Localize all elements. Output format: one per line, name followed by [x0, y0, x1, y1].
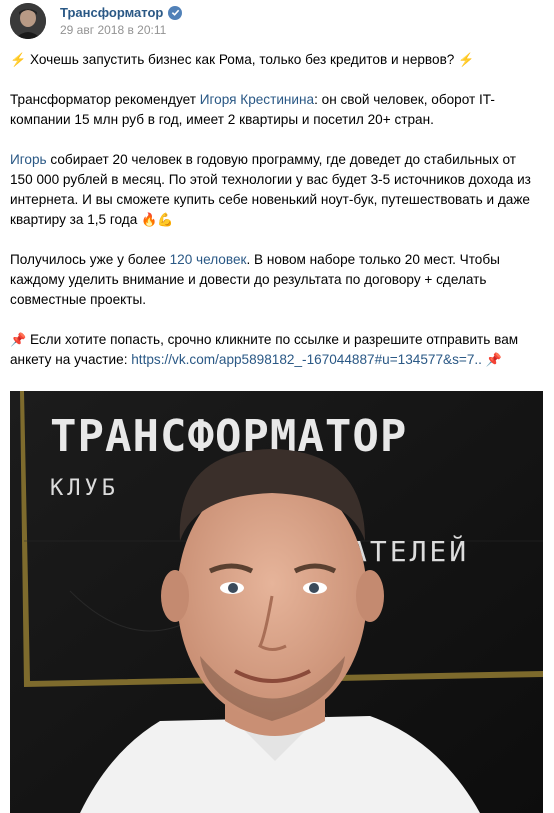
flexed-biceps-icon: 💪: [157, 212, 174, 227]
link-120-people[interactable]: 120 человек: [170, 252, 247, 267]
post-text: ⚡ Хочешь запустить бизнес как Рома, толь…: [10, 50, 540, 390]
lightning-icon: ⚡: [458, 52, 475, 67]
post-paragraph-1: ⚡ Хочешь запустить бизнес как Рома, толь…: [10, 50, 540, 70]
pushpin-icon: 📌: [485, 352, 502, 367]
fire-icon: 🔥: [141, 212, 158, 227]
paragraph-2-before: Трансформатор рекомендует: [10, 92, 200, 107]
post-paragraph-5: 📌 Если хотите попасть, срочно кликните п…: [10, 330, 540, 370]
author-avatar[interactable]: [10, 3, 46, 39]
paragraph-4-before: Получилось уже у более: [10, 252, 170, 267]
mention-link-igor[interactable]: Игорь: [10, 152, 47, 167]
post-photo[interactable]: ТРАНСФОРМАТОР КЛУБ АТЕЛЕЙ: [10, 391, 543, 813]
verified-icon: [168, 5, 183, 20]
date-row: 29 авг 2018 в 20:11: [60, 23, 182, 37]
post-meta: Трансформатор 29 авг 2018 в 20:11: [60, 5, 183, 37]
wall-post: Трансформатор 29 авг 2018 в 20:11 ⚡ Хоче…: [0, 0, 554, 813]
selfie-photo-illustration: ТРАНСФОРМАТОР КЛУБ АТЕЛЕЙ: [10, 391, 543, 813]
paragraph-3-after: собирает 20 человек в годовую программу,…: [10, 152, 531, 227]
post-header: Трансформатор 29 авг 2018 в 20:11: [10, 2, 183, 40]
author-name-link[interactable]: Трансформатор: [60, 5, 163, 20]
post-date-link[interactable]: 29 авг 2018 в 20:11: [60, 23, 166, 37]
app-link[interactable]: https://vk.com/app5898182_-167044887#u=1…: [131, 352, 482, 367]
mention-link-igor-krestinin[interactable]: Игоря Крестинина: [200, 92, 314, 107]
author-row: Трансформатор: [60, 5, 183, 20]
lightning-icon: ⚡: [10, 52, 27, 67]
pushpin-icon: 📌: [10, 332, 27, 347]
sign-text-line2-left: КЛУБ: [50, 476, 119, 501]
sign-text-line2-right: АТЕЛЕЙ: [350, 534, 469, 568]
post-paragraph-4: Получилось уже у более 120 человек. В но…: [10, 250, 540, 310]
paragraph-1-text: Хочешь запустить бизнес как Рома, только…: [29, 52, 455, 67]
post-paragraph-2: Трансформатор рекомендует Игоря Крестини…: [10, 90, 540, 130]
sign-text-line1: ТРАНСФОРМАТОР: [50, 411, 407, 462]
post-paragraph-3: Игорь собирает 20 человек в годовую прог…: [10, 150, 540, 230]
